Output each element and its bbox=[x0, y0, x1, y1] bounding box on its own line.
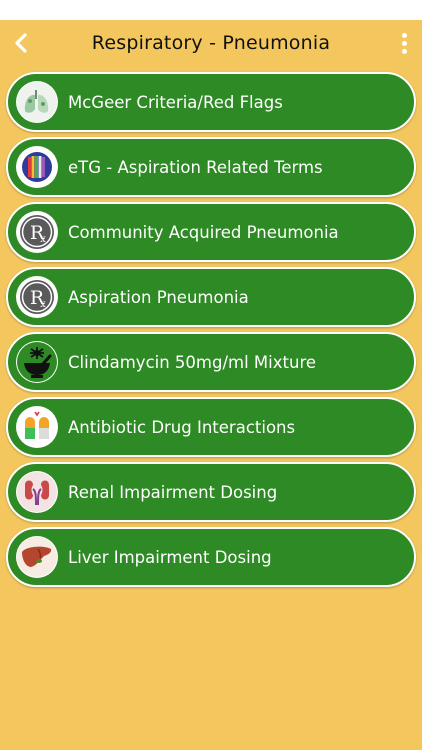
list-item-community-acquired-pneumonia[interactable]: R x Community Acquired Pneumonia bbox=[6, 202, 416, 262]
chevron-left-icon bbox=[15, 33, 27, 53]
menu-list: McGeer Criteria/Red Flags eTG - Aspirati… bbox=[6, 72, 416, 592]
list-item-label: Renal Impairment Dosing bbox=[68, 482, 278, 502]
rx-icon: R x bbox=[16, 211, 58, 253]
list-item-label: eTG - Aspiration Related Terms bbox=[68, 157, 323, 177]
lungs-icon bbox=[16, 81, 58, 123]
list-item-clindamycin-mixture[interactable]: Clindamycin 50mg/ml Mixture bbox=[6, 332, 416, 392]
more-dot-icon bbox=[401, 48, 407, 54]
capsules-icon bbox=[16, 406, 58, 448]
list-item-label: Community Acquired Pneumonia bbox=[68, 222, 339, 242]
status-bar bbox=[0, 0, 422, 20]
svg-text:x: x bbox=[40, 299, 46, 310]
mortar-pestle-icon bbox=[16, 341, 58, 383]
list-item-aspiration-pneumonia[interactable]: R x Aspiration Pneumonia bbox=[6, 267, 416, 327]
list-item-label: McGeer Criteria/Red Flags bbox=[68, 92, 283, 112]
list-item-renal-impairment[interactable]: Renal Impairment Dosing bbox=[6, 462, 416, 522]
app-header: Respiratory - Pneumonia bbox=[0, 20, 422, 66]
page-title: Respiratory - Pneumonia bbox=[91, 32, 331, 54]
svg-text:x: x bbox=[40, 234, 46, 245]
back-button[interactable] bbox=[8, 28, 34, 58]
books-icon bbox=[16, 146, 58, 188]
list-item-liver-impairment[interactable]: Liver Impairment Dosing bbox=[6, 527, 416, 587]
list-item-label: Aspiration Pneumonia bbox=[68, 287, 249, 307]
list-item-label: Antibiotic Drug Interactions bbox=[68, 417, 296, 437]
list-item-label: Clindamycin 50mg/ml Mixture bbox=[68, 352, 317, 372]
liver-icon bbox=[16, 536, 58, 578]
list-item-antibiotic-interactions[interactable]: Antibiotic Drug Interactions bbox=[6, 397, 416, 457]
list-item-label: Liver Impairment Dosing bbox=[68, 547, 272, 567]
list-item-etg-aspiration[interactable]: eTG - Aspiration Related Terms bbox=[6, 137, 416, 197]
rx-icon: R x bbox=[16, 276, 58, 318]
kidney-icon bbox=[16, 471, 58, 513]
more-dot-icon bbox=[401, 40, 407, 46]
list-item-mcgeer-criteria[interactable]: McGeer Criteria/Red Flags bbox=[6, 72, 416, 132]
more-options-button[interactable] bbox=[396, 30, 412, 56]
more-dot-icon bbox=[401, 32, 407, 38]
